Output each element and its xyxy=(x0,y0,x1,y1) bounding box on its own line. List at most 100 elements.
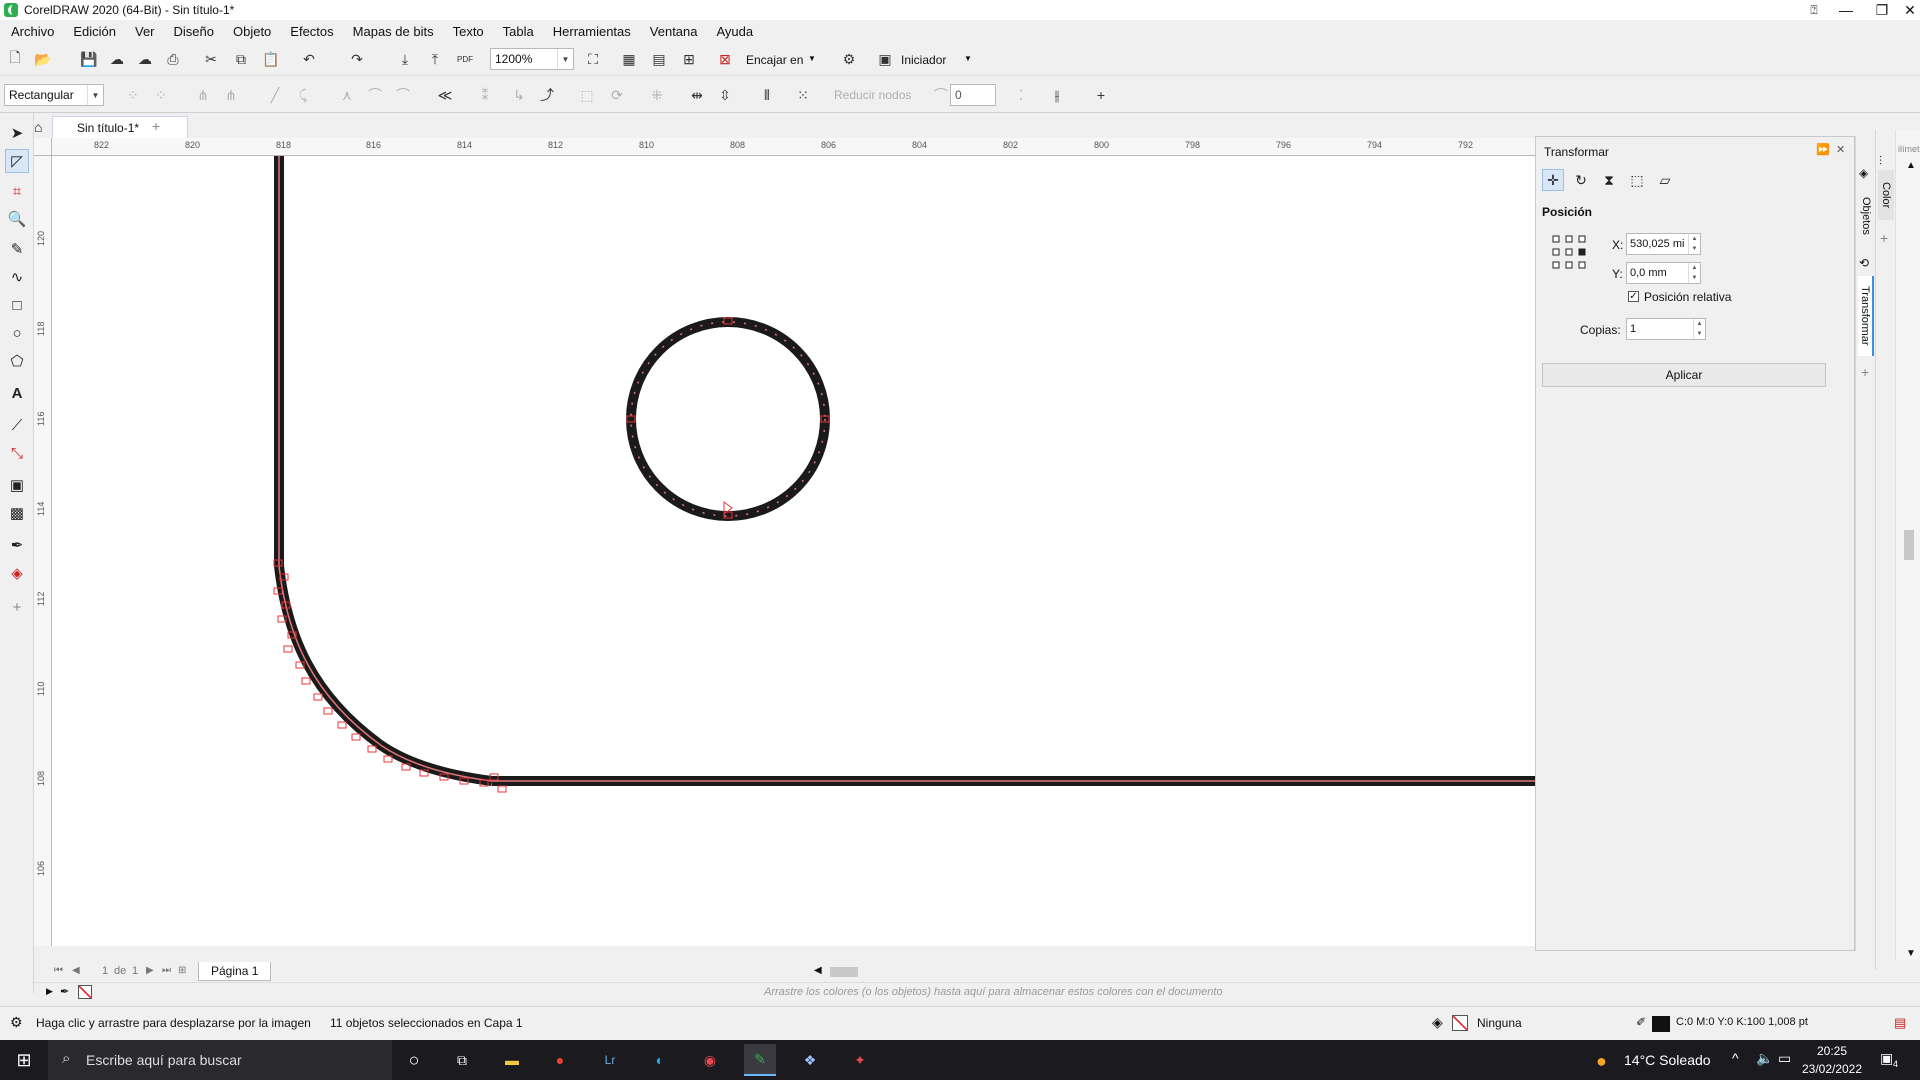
reverse-direction-icon[interactable]: ≪ xyxy=(434,84,456,106)
speaker-icon[interactable]: 🔈 xyxy=(1756,1050,1773,1067)
align-nodes-icon[interactable]: ⁜ xyxy=(646,84,668,106)
add-docker-icon[interactable]: + xyxy=(1861,364,1869,380)
x-position-input[interactable]: 530,025 mi ▲ ▼ xyxy=(1626,233,1701,255)
objects-tab-icon[interactable]: ◈ xyxy=(1859,166,1868,180)
last-page-icon[interactable]: ⏭ xyxy=(162,965,171,976)
snap-icon[interactable]: ⊠ xyxy=(714,48,736,70)
add-icon[interactable]: + xyxy=(1090,84,1112,106)
pdf-app-icon[interactable]: ✦ xyxy=(844,1044,876,1076)
close-curve-icon[interactable]: ⤴ xyxy=(536,84,558,106)
add-docker-icon[interactable]: + xyxy=(1880,230,1888,246)
dropbox-icon[interactable]: ❖ xyxy=(794,1044,826,1076)
rotate-nodes-icon[interactable]: ⟳ xyxy=(606,84,628,106)
chevron-down-icon[interactable]: ▼ xyxy=(964,54,972,63)
extract-subpath-icon[interactable]: ↳ xyxy=(508,84,530,106)
file-explorer-icon[interactable]: ▬ xyxy=(496,1044,528,1076)
cusp-node-icon[interactable]: ⋏ xyxy=(336,84,358,106)
scroll-up-icon[interactable]: ▲ xyxy=(1906,160,1916,171)
show-grid-icon[interactable]: ▤ xyxy=(648,48,670,70)
export-icon[interactable]: ⤒ xyxy=(424,48,446,70)
to-line-icon[interactable]: ╱ xyxy=(264,84,286,106)
tray-chevron-icon[interactable]: ^ xyxy=(1732,1050,1739,1066)
import-icon[interactable]: ⤓ xyxy=(394,48,416,70)
tab-color[interactable]: Color xyxy=(1878,170,1894,220)
cloud-upload-icon[interactable]: ☁ xyxy=(134,48,156,70)
launcher-dropdown[interactable]: Iniciador xyxy=(901,53,946,67)
menu-herramientas[interactable]: Herramientas xyxy=(546,24,643,39)
position-mode-icon[interactable]: ✛ xyxy=(1542,169,1564,191)
settings-gear-icon[interactable]: ⚙ xyxy=(10,1014,23,1031)
mirror-mode-icon[interactable]: ⧗ xyxy=(1598,169,1620,191)
lightroom-icon[interactable]: Lr xyxy=(594,1044,626,1076)
transform-tab-icon[interactable]: ⟲ xyxy=(1859,256,1869,270)
close-icon[interactable]: ✕ xyxy=(1836,143,1845,156)
dimension-tool-icon[interactable]: ⟋ xyxy=(5,413,29,437)
account-icon[interactable]: ⍰ xyxy=(1796,0,1832,20)
add-node-icon[interactable]: ⁘ xyxy=(122,84,144,106)
extend-curve-icon[interactable]: ⁑ xyxy=(474,84,496,106)
add-tool-icon[interactable]: + xyxy=(5,595,29,619)
freehand-tool-icon[interactable]: ✎ xyxy=(5,237,29,261)
full-screen-icon[interactable]: ⛶ xyxy=(582,48,604,70)
chrome-icon[interactable]: ● xyxy=(544,1044,576,1076)
pick-tool-icon[interactable]: ➤ xyxy=(5,121,29,145)
node-tracking-icon[interactable]: ⫲ xyxy=(1046,84,1068,106)
windows-start-icon[interactable]: ⊞ xyxy=(8,1044,40,1076)
reduce-nodes-button[interactable]: Reducir nodos xyxy=(834,88,911,102)
edge-icon[interactable]: ◐ xyxy=(644,1044,676,1076)
tab-objects[interactable]: Objetos xyxy=(1858,186,1874,246)
anchor-grid-icon[interactable] xyxy=(1552,235,1586,269)
eyedropper-tool-icon[interactable]: ✒ xyxy=(5,533,29,557)
cortana-icon[interactable]: ○ xyxy=(398,1044,430,1076)
apply-button[interactable]: Aplicar xyxy=(1542,363,1826,387)
polygon-tool-icon[interactable]: ⬠ xyxy=(5,349,29,373)
close-button[interactable]: ✕ xyxy=(1892,0,1920,20)
ruler-origin[interactable] xyxy=(34,138,52,156)
eyedropper-icon[interactable]: ✒ xyxy=(60,985,69,998)
menu-mapas-de-bits[interactable]: Mapas de bits xyxy=(346,24,446,39)
connector-tool-icon[interactable]: ⤡ xyxy=(5,441,29,465)
shape-tool-icon[interactable]: ◸ xyxy=(5,149,29,173)
snap-to-dropdown[interactable]: Encajar en xyxy=(746,53,803,67)
drawing-canvas[interactable] xyxy=(52,156,1537,946)
horizontal-scrollbar-thumb[interactable] xyxy=(830,967,858,977)
copies-input[interactable]: 1 ▲ ▼ xyxy=(1626,318,1706,340)
notification-icon[interactable]: ▣ xyxy=(1880,1050,1893,1067)
new-tab-icon[interactable]: + xyxy=(152,118,160,134)
vertical-scrollbar-thumb[interactable] xyxy=(1904,530,1914,560)
horizontal-ruler[interactable]: 822 820 818 816 814 812 810 808 806 804 … xyxy=(52,138,1537,156)
selection-mode-combo[interactable]: Rectangular ▼ xyxy=(4,84,104,106)
print-icon[interactable]: ⎙ xyxy=(162,48,184,70)
no-color-swatch[interactable] xyxy=(78,985,92,999)
pdf-icon[interactable]: PDF xyxy=(454,48,476,70)
menu-ventana[interactable]: Ventana xyxy=(643,24,710,39)
color-management-icon[interactable]: ▤ xyxy=(1894,1015,1906,1031)
paste-icon[interactable]: 📋 xyxy=(260,48,282,70)
zoom-combo[interactable]: 1200% ▼ xyxy=(490,48,574,70)
text-tool-icon[interactable]: A xyxy=(5,381,29,405)
launcher-icon[interactable]: ▣ xyxy=(874,48,896,70)
menu-archivo[interactable]: Archivo xyxy=(4,24,66,39)
mirror-horizontal-icon[interactable]: ⇹ xyxy=(686,84,708,106)
stretch-nodes-icon[interactable]: ⬚ xyxy=(576,84,598,106)
palette-expand-icon[interactable]: ▶ xyxy=(46,986,53,997)
outline-color-swatch[interactable] xyxy=(1652,1016,1670,1032)
transparency-tool-icon[interactable]: ▩ xyxy=(5,501,29,525)
crop-tool-icon[interactable]: ⌗ xyxy=(5,179,29,203)
options-gear-icon[interactable]: ⚙ xyxy=(838,48,860,70)
prev-page-icon[interactable]: ◀ xyxy=(72,965,80,976)
tab-transform[interactable]: Transformar xyxy=(1858,276,1874,356)
menu-ayuda[interactable]: Ayuda xyxy=(710,24,766,39)
new-document-icon[interactable]: 🗋 xyxy=(4,48,26,70)
scroll-left-icon[interactable]: ◀ xyxy=(814,965,822,976)
clock-date[interactable]: 23/02/2022 xyxy=(1800,1062,1864,1076)
scroll-down-icon[interactable]: ▼ xyxy=(1906,948,1916,959)
break-curve-icon[interactable]: ⋔ xyxy=(220,84,242,106)
to-curve-icon[interactable]: ⤹ xyxy=(292,84,314,106)
add-page-icon[interactable]: ⊞ xyxy=(178,965,186,976)
task-view-icon[interactable]: ⧉ xyxy=(446,1044,478,1076)
expand-docker-icon[interactable]: ⏩ xyxy=(1816,143,1830,156)
delete-node-icon[interactable]: ⁘ xyxy=(150,84,172,106)
network-icon[interactable]: ▭ xyxy=(1778,1050,1791,1067)
menu-diseno[interactable]: Diseño xyxy=(167,24,226,39)
